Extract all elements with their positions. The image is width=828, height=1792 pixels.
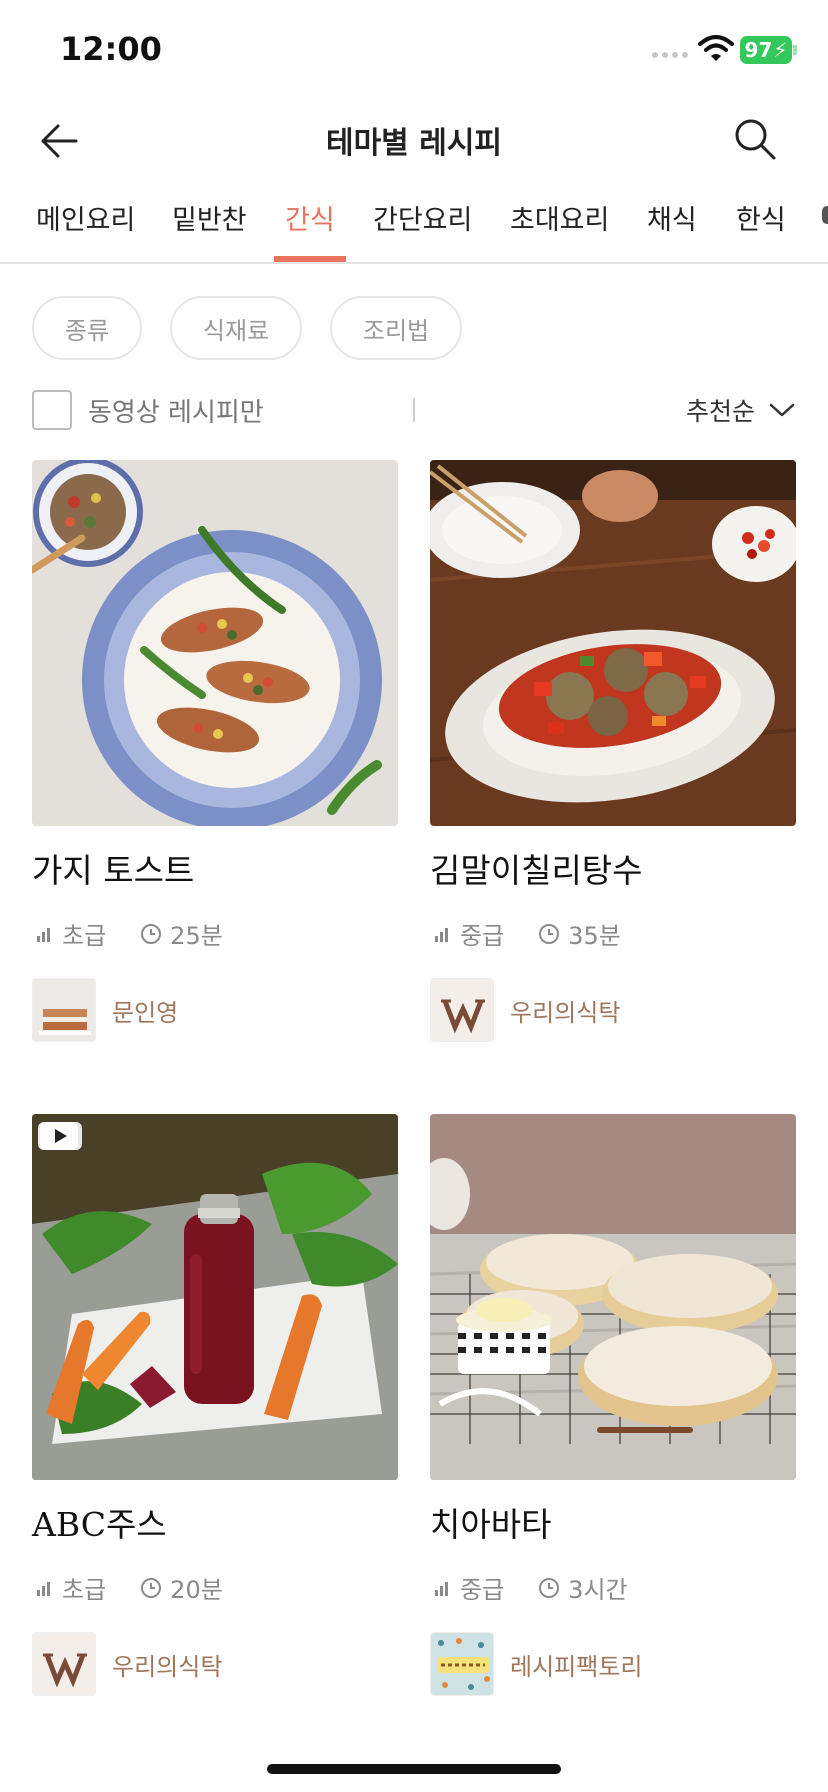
recipe-title[interactable]: ABC주스: [32, 1498, 167, 1546]
recipe-card[interactable]: 치아바타 중급 3시간 레시피팩토리: [430, 1114, 796, 1696]
charging-icon: ⚡: [773, 38, 788, 62]
author-row[interactable]: 우리의식탁: [32, 1632, 222, 1696]
sort-dropdown[interactable]: 추천순: [686, 392, 795, 428]
author-name[interactable]: 우리의식탁: [510, 993, 620, 1028]
avatar[interactable]: [430, 978, 494, 1042]
clock-icon: [539, 923, 560, 944]
play-icon: [55, 1129, 67, 1143]
recipe-title[interactable]: 김말이칠리탕수: [430, 844, 643, 892]
author-name[interactable]: 문인영: [112, 993, 178, 1028]
author-name[interactable]: 레시피팩토리: [510, 1647, 642, 1682]
recipe-meta: 초급 25분: [32, 916, 223, 951]
tab-main-dish[interactable]: 메인요리: [26, 198, 145, 262]
chevron-down-icon: [769, 403, 795, 417]
tab-korean[interactable]: 한식: [726, 198, 796, 262]
author-row[interactable]: 문인영: [32, 978, 178, 1042]
video-only-label: 동영상 레시피만: [88, 398, 264, 428]
active-tab-indicator: [274, 256, 346, 262]
recipe-image[interactable]: [32, 460, 398, 826]
wifi-icon: [698, 35, 734, 61]
status-bar: 12:00 97 ⚡: [0, 0, 828, 100]
tab-party-dish[interactable]: 초대요리: [500, 198, 619, 262]
divider: [413, 398, 415, 422]
tab-overflow-hint: [822, 206, 828, 224]
recipe-meta: 중급 35분: [430, 916, 621, 951]
home-indicator[interactable]: [267, 1764, 561, 1774]
video-badge: [40, 1122, 82, 1150]
cook-time-label: 20분: [170, 1576, 223, 1604]
status-time: 12:00: [60, 30, 162, 68]
recipe-card[interactable]: 김말이칠리탕수 중급 35분 우리의식탁: [430, 460, 796, 1042]
filter-method-chip[interactable]: 조리법: [330, 296, 462, 360]
avatar[interactable]: [32, 1632, 96, 1696]
battery-level: 97: [744, 38, 773, 62]
recipe-image[interactable]: [430, 1114, 796, 1480]
search-icon[interactable]: [730, 114, 780, 164]
recipe-card[interactable]: 가지 토스트 초급 25분 문인영: [32, 460, 398, 1042]
battery-tip: [793, 45, 797, 55]
difficulty-icon: [435, 1581, 448, 1596]
difficulty-icon: [37, 1581, 50, 1596]
sort-label: 추천순: [686, 397, 756, 426]
recipe-title[interactable]: 치아바타: [430, 1498, 551, 1546]
difficulty-icon: [37, 927, 50, 942]
cook-time-label: 35분: [568, 922, 621, 950]
tab-side-dish[interactable]: 밑반찬: [162, 198, 257, 262]
cook-time-label: 3시간: [568, 1576, 628, 1604]
page-title: 테마별 레시피: [325, 126, 503, 161]
author-name[interactable]: 우리의식탁: [112, 1647, 222, 1682]
tab-vegetarian[interactable]: 채식: [637, 198, 707, 262]
recipe-meta: 초급 20분: [32, 1570, 223, 1605]
recipe-image[interactable]: [430, 460, 796, 826]
author-row[interactable]: 레시피팩토리: [430, 1632, 642, 1696]
category-tabs: 메인요리 밑반찬 간식 간단요리 초대요리 채식 한식: [0, 188, 828, 264]
avatar[interactable]: [32, 978, 96, 1042]
difficulty-label: 중급: [460, 922, 505, 950]
back-arrow-icon[interactable]: [36, 116, 86, 166]
recipe-card[interactable]: ABC주스 초급 20분 우리의식탁: [32, 1114, 398, 1696]
recipe-image[interactable]: [32, 1114, 398, 1480]
difficulty-icon: [435, 927, 448, 942]
cellular-signal-icon: [652, 52, 688, 58]
filter-ingredient-chip[interactable]: 식재료: [170, 296, 302, 360]
clock-icon: [141, 1577, 162, 1598]
filter-type-chip[interactable]: 종류: [32, 296, 142, 360]
clock-icon: [539, 1577, 560, 1598]
tab-snack[interactable]: 간식: [275, 198, 345, 262]
author-row[interactable]: 우리의식탁: [430, 978, 620, 1042]
difficulty-label: 초급: [62, 1576, 107, 1604]
clock-icon: [141, 923, 162, 944]
tab-simple-dish[interactable]: 간단요리: [363, 198, 482, 262]
recipe-title[interactable]: 가지 토스트: [32, 844, 194, 892]
difficulty-label: 초급: [62, 922, 107, 950]
header: 테마별 레시피: [0, 100, 828, 180]
battery-indicator: 97 ⚡: [740, 36, 792, 64]
cook-time-label: 25분: [170, 922, 223, 950]
video-only-checkbox[interactable]: [32, 390, 72, 430]
difficulty-label: 중급: [460, 1576, 505, 1604]
avatar[interactable]: [430, 1632, 494, 1696]
recipe-meta: 중급 3시간: [430, 1570, 628, 1605]
